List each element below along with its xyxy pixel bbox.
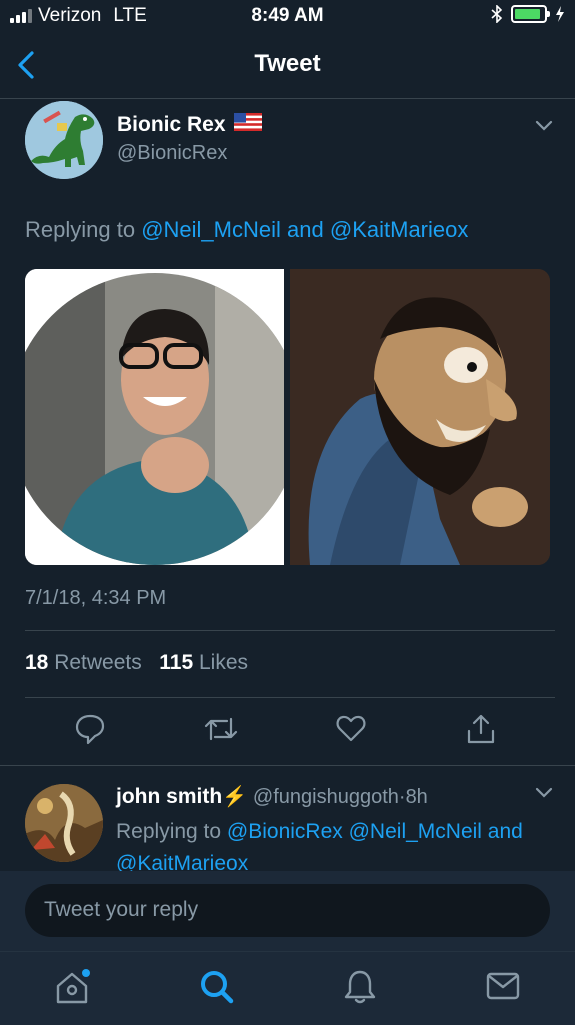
dinosaur-avatar-icon <box>25 101 103 179</box>
reply-input[interactable]: Tweet your reply <box>25 884 550 937</box>
reply-options-button[interactable] <box>535 786 553 804</box>
tweet-options-button[interactable] <box>535 119 553 137</box>
reply-icon <box>75 714 105 745</box>
divider <box>25 630 555 631</box>
author-handle[interactable]: @BionicRex <box>117 142 227 165</box>
tweet-stats: 18 Retweets 115 Likes <box>25 651 248 675</box>
replying-to: Replying to @Neil_McNeil and @KaitMarieo… <box>25 217 469 242</box>
status-right <box>491 5 565 23</box>
likes-stat[interactable]: 115 Likes <box>159 651 248 674</box>
avatar[interactable] <box>25 101 103 179</box>
us-flag-icon <box>233 113 262 137</box>
notifications-icon <box>344 970 376 1004</box>
retweet-button[interactable] <box>203 713 239 750</box>
divider <box>25 697 555 698</box>
chevron-down-icon <box>535 787 553 798</box>
search-icon <box>201 971 234 1004</box>
tweet-timestamp: 7/1/18, 4:34 PM <box>25 587 167 609</box>
reply-button[interactable] <box>75 713 105 750</box>
portrait-photo-image <box>25 269 284 565</box>
status-time: 8:49 AM <box>251 5 324 26</box>
mention-link[interactable]: @KaitMarieox <box>116 852 248 872</box>
reply-tweet[interactable]: john smith⚡ @fungishuggoth·8h Replying t… <box>0 765 575 872</box>
nav-bar: Tweet <box>0 32 575 99</box>
reply-handle[interactable]: @fungishuggoth <box>253 786 399 808</box>
chevron-down-icon <box>535 120 553 131</box>
messages-icon <box>486 972 520 1000</box>
reply-time: 8h <box>405 786 428 808</box>
home-icon <box>56 969 90 1004</box>
tab-messages[interactable] <box>486 968 520 1009</box>
author-name[interactable]: Bionic Rex <box>117 113 262 137</box>
tab-notifications[interactable] <box>343 968 377 1011</box>
page-title: Tweet <box>254 50 321 77</box>
share-icon <box>467 714 495 744</box>
tab-home[interactable] <box>54 968 94 1013</box>
mention-link[interactable]: @Neil_McNeil <box>349 820 482 843</box>
painting-avatar-icon <box>25 784 103 862</box>
reply-replying-to: Replying to @BionicRex @Neil_McNeil and … <box>116 816 546 872</box>
lightning-icon: ⚡ <box>222 786 248 808</box>
reply-and-text: and <box>487 820 523 843</box>
media-photo-2[interactable] <box>290 269 550 565</box>
retweets-stat[interactable]: 18 Retweets <box>25 651 142 674</box>
like-icon <box>336 715 366 742</box>
reply-author-name[interactable]: john smith <box>116 785 222 808</box>
like-button[interactable] <box>336 713 366 748</box>
mention-link[interactable]: @Neil_McNeil <box>141 217 281 242</box>
tab-bar <box>0 951 575 1025</box>
battery-icon <box>511 5 550 23</box>
compose-bar: Tweet your reply <box>0 871 575 951</box>
cartoon-illustration-image <box>290 269 550 565</box>
bluetooth-icon <box>491 5 503 23</box>
reply-header: john smith⚡ @fungishuggoth·8h <box>116 785 428 808</box>
tab-search[interactable] <box>198 968 236 1011</box>
mention-link[interactable]: @BionicRex <box>227 820 343 843</box>
charging-icon <box>556 6 564 22</box>
share-button[interactable] <box>466 713 496 750</box>
mention-link[interactable]: @KaitMarieox <box>330 217 469 242</box>
media-photo-1[interactable] <box>25 269 284 565</box>
avatar[interactable] <box>25 784 103 862</box>
tweet-media[interactable] <box>25 269 550 565</box>
reply-and-text: and <box>287 217 324 242</box>
status-bar: Verizon LTE 8:49 AM <box>0 0 575 32</box>
reply-input-placeholder: Tweet your reply <box>44 898 199 921</box>
retweet-icon <box>204 717 238 741</box>
